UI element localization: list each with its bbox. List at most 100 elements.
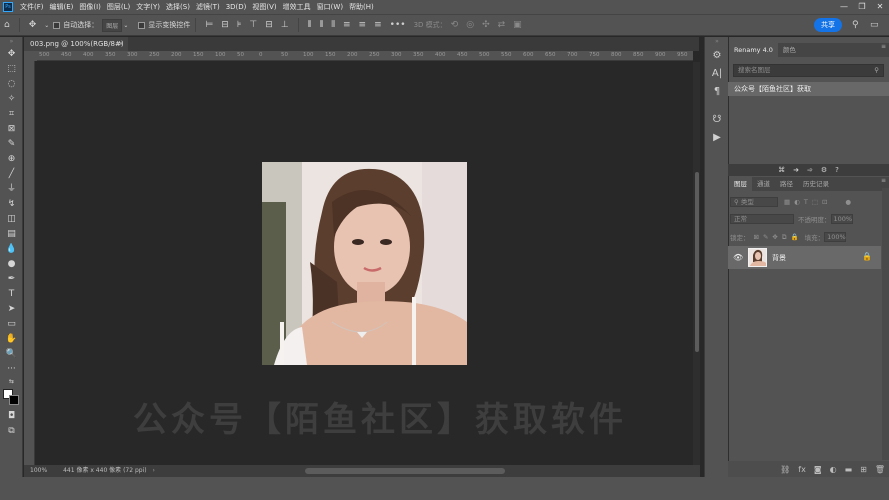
distribute-bottom-icon[interactable]: ≡ <box>374 20 382 30</box>
more-options-icon[interactable]: ••• <box>390 20 406 30</box>
adjustment-layer-icon[interactable]: ◐ <box>830 465 837 474</box>
eyedropper-icon[interactable]: ✎ <box>0 137 23 152</box>
filter-shape-icon[interactable]: ⬚ <box>812 198 818 206</box>
fill-input[interactable]: 100% <box>824 232 847 242</box>
lock-all-icon[interactable]: 🔒 <box>791 233 799 241</box>
document-tab[interactable]: 003.png @ 100%(RGB/8#) * ✕ <box>24 37 128 62</box>
document-image[interactable] <box>262 162 467 365</box>
maximize-icon[interactable]: ❐ <box>853 0 871 14</box>
lock-transparent-icon[interactable]: ⊠ <box>754 233 759 241</box>
menu-image[interactable]: 图像(I) <box>76 2 104 12</box>
eraser-icon[interactable]: ◫ <box>0 212 23 227</box>
distribute-center-icon[interactable]: ⫴ <box>319 20 323 30</box>
horizontal-scroll-thumb[interactable] <box>305 468 505 474</box>
brush-tool-icon[interactable]: ╱ <box>0 167 23 182</box>
menu-plugins[interactable]: 增效工具 <box>280 2 314 12</box>
libraries-icon[interactable]: ☋ <box>705 111 729 129</box>
close-tab-icon[interactable]: ✕ <box>118 37 124 51</box>
horizontal-ruler[interactable]: 500 450 400 350 300 250 200 150 100 50 0 50 100 150 20… <box>37 51 693 61</box>
zoom-level[interactable]: 100% <box>30 467 47 474</box>
swap-colors-icon[interactable]: ⇆ <box>0 377 23 387</box>
link-layers-icon[interactable]: ⛓ <box>780 465 790 474</box>
show-transform-checkbox[interactable] <box>138 21 146 29</box>
distribute-right-icon[interactable]: ⫴ <box>331 20 335 30</box>
path-selection-icon[interactable]: ➤ <box>0 302 23 317</box>
layers-scrollbar[interactable] <box>882 188 889 460</box>
type-tool-icon[interactable]: T <box>0 287 23 302</box>
pen-tool-icon[interactable]: ✒ <box>0 272 23 287</box>
layer-style-icon[interactable]: fx <box>798 465 806 474</box>
quick-mask-icon[interactable]: ◘ <box>0 409 23 424</box>
tab-channels[interactable]: 通道 <box>752 177 775 191</box>
layer-lock-icon[interactable]: 🔒 <box>862 252 872 261</box>
menu-type[interactable]: 文字(Y) <box>133 2 163 12</box>
distribute-top-icon[interactable]: ≡ <box>343 20 351 30</box>
move-tool-icon[interactable]: ✥ <box>29 20 37 30</box>
history-brush-icon[interactable]: ↯ <box>0 197 23 212</box>
close-icon[interactable]: ✕ <box>871 0 889 14</box>
search-icon[interactable]: ⚲ <box>874 65 879 76</box>
blend-mode-select[interactable]: 正常 <box>730 214 794 224</box>
add-mask-icon[interactable]: ◙ <box>814 465 822 474</box>
filter-toggle-icon[interactable]: ● <box>845 198 851 206</box>
play-action-icon[interactable]: ▶ <box>705 129 729 147</box>
filter-pixel-icon[interactable]: ▦ <box>784 198 790 206</box>
home-icon[interactable]: ⌂ <box>4 20 10 30</box>
lock-pixels-icon[interactable]: ✎ <box>763 233 768 241</box>
gradient-tool-icon[interactable]: ▤ <box>0 227 23 242</box>
menu-filter[interactable]: 滤镜(T) <box>193 2 223 12</box>
arrow-right-icon[interactable]: ➜ <box>793 164 799 176</box>
layer-filter-select[interactable]: ⚲ 类型 <box>730 197 778 207</box>
menu-help[interactable]: 帮助(H) <box>346 2 377 12</box>
align-right-icon[interactable]: ⊧ <box>237 20 242 30</box>
new-group-icon[interactable]: ▬ <box>845 465 853 474</box>
align-middle-icon[interactable]: ⊟ <box>265 20 273 30</box>
zoom-tool-icon[interactable]: 🔍 <box>0 347 23 362</box>
vertical-scroll-thumb[interactable] <box>695 172 699 352</box>
auto-select-dropdown[interactable]: 图层 <box>102 18 123 32</box>
settings-icon[interactable]: ⚙ <box>821 164 827 176</box>
document-info[interactable]: 441 像素 x 440 像素 (72 ppi) <box>63 467 147 474</box>
menu-select[interactable]: 选择(S) <box>163 2 193 12</box>
menu-file[interactable]: 文件(F) <box>17 2 47 12</box>
renamy-search-input[interactable]: 搜索名图层 ⚲ <box>733 64 884 77</box>
character-panel-icon[interactable]: A| <box>705 65 729 83</box>
3d-slide-icon[interactable]: ⇄ <box>498 20 506 30</box>
dodge-tool-icon[interactable]: ● <box>0 257 23 272</box>
layer-name[interactable]: 背景 <box>772 253 786 263</box>
new-layer-icon[interactable]: ⊞ <box>860 465 867 474</box>
menu-window[interactable]: 窗口(W) <box>314 2 346 12</box>
paragraph-panel-icon[interactable]: ¶ <box>705 83 729 101</box>
menu-edit[interactable]: 编辑(E) <box>47 2 77 12</box>
plugin-gear-icon[interactable]: ⚙ <box>705 47 729 65</box>
auto-select-checkbox[interactable] <box>53 21 61 29</box>
plugin-icon[interactable]: ⌘ <box>778 164 785 176</box>
minimize-icon[interactable]: — <box>835 0 853 14</box>
tab-color[interactable]: 颜色 <box>778 43 801 57</box>
3d-scale-icon[interactable]: ▣ <box>513 20 522 30</box>
collapse-icon[interactable]: » <box>705 37 729 47</box>
blur-tool-icon[interactable]: 💧 <box>0 242 23 257</box>
distribute-middle-icon[interactable]: ≡ <box>359 20 367 30</box>
filter-smart-icon[interactable]: ⊡ <box>822 198 827 206</box>
tab-paths[interactable]: 路径 <box>775 177 798 191</box>
layers-panel-menu-icon[interactable]: ≡ <box>881 177 886 184</box>
align-bottom-icon[interactable]: ⊥ <box>281 20 289 30</box>
frame-tool-icon[interactable]: ⊠ <box>0 122 23 137</box>
menu-3d[interactable]: 3D(D) <box>223 3 250 11</box>
tab-layers[interactable]: 图层 <box>729 177 752 191</box>
collapse-icon[interactable]: » <box>0 37 23 47</box>
healing-brush-icon[interactable]: ⊕ <box>0 152 23 167</box>
forward-icon[interactable]: ➾ <box>807 164 813 176</box>
align-top-icon[interactable]: ⊤ <box>249 20 257 30</box>
tab-renamy[interactable]: Renamy 4.0 <box>729 43 778 57</box>
move-tool-icon[interactable]: ✥ <box>0 47 23 62</box>
vertical-ruler[interactable] <box>24 61 35 465</box>
filter-adjust-icon[interactable]: ◐ <box>794 198 800 206</box>
filter-type-icon[interactable]: T <box>804 198 808 206</box>
distribute-left-icon[interactable]: ⫴ <box>308 20 312 30</box>
info-arrow-icon[interactable]: › <box>153 467 155 474</box>
lock-position-icon[interactable]: ✥ <box>772 233 777 241</box>
3d-orbit-icon[interactable]: ⟲ <box>451 20 459 30</box>
workspace-icon[interactable]: ▭ <box>870 20 879 30</box>
